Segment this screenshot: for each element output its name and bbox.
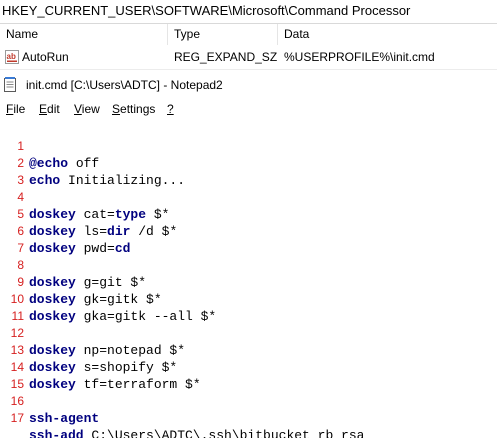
editor-area[interactable]: 1 @echo off 2 echo Initializing... 3 4 d… <box>0 120 497 438</box>
registry-value-name: AutoRun <box>22 50 69 64</box>
code-line: 7 <box>0 223 497 255</box>
menu-settings[interactable]: Settings <box>112 102 155 116</box>
code-line: 13 doskey s=shopify $* <box>0 325 497 375</box>
registry-value-type: REG_EXPAND_SZ <box>174 50 278 64</box>
text-token: C:\Users\ADTC\.ssh\bitbucket_rb_rsa <box>83 428 365 438</box>
menu-help[interactable]: ? <box>167 102 174 116</box>
menu-file[interactable]: File <box>6 102 25 116</box>
code-line: 12 doskey np=notepad $* <box>0 308 497 358</box>
window-divider <box>0 69 497 70</box>
column-header-name[interactable]: Name <box>0 24 168 45</box>
code-line: 16 ssh-agent <box>0 376 497 426</box>
code-line: 9 doskey gk=gitk $* <box>0 257 497 307</box>
column-header-data[interactable]: Data <box>278 24 497 45</box>
svg-text:ab: ab <box>7 52 16 61</box>
code-line: 6 doskey pwd=cd <box>0 206 497 256</box>
menu-edit[interactable]: Edit <box>39 102 60 116</box>
registry-address-bar[interactable]: HKEY_CURRENT_USER\SOFTWARE\Microsoft\Com… <box>0 0 497 24</box>
notepad-title-bar[interactable]: init.cmd [C:\Users\ADTC] - Notepad2 <box>0 72 497 98</box>
code-line: 8 doskey g=git $* <box>0 240 497 290</box>
line-number: 17 <box>10 411 24 425</box>
code-line: 17 ssh-add C:\Users\ADTC\.ssh\bitbucket_… <box>0 393 497 438</box>
code-line: 14 doskey tf=terraform $* <box>0 342 497 392</box>
menu-help-accelerator: ? <box>167 102 174 116</box>
column-header-type[interactable]: Type <box>168 24 278 45</box>
menu-settings-accelerator: S <box>112 102 121 116</box>
code-line: 3 <box>0 155 497 187</box>
column-header-name-label: Name <box>6 27 39 41</box>
keyword-token: ssh-add <box>29 428 84 438</box>
window-title: init.cmd [C:\Users\ADTC] - Notepad2 <box>26 78 223 92</box>
menu-view-label: iew <box>81 102 100 116</box>
code-line: 11 <box>0 291 497 323</box>
menu-edit-label: dit <box>47 102 60 116</box>
code-line: 4 doskey cat=type $* <box>0 172 497 222</box>
menu-file-label: ile <box>13 102 26 116</box>
registry-column-header: Name Type Data <box>0 24 497 45</box>
registry-value-row[interactable]: ab AutoRun REG_EXPAND_SZ %USERPROFILE%\i… <box>0 47 497 67</box>
reg-string-icon: ab <box>5 50 19 64</box>
column-header-data-label: Data <box>284 27 310 41</box>
code-line: 1 @echo off <box>0 121 497 171</box>
menu-settings-label: ettings <box>120 102 156 116</box>
column-header-type-label: Type <box>174 27 201 41</box>
menu-edit-accelerator: E <box>39 102 48 116</box>
code-line: 5 doskey ls=dir /d $* <box>0 189 497 239</box>
line-content: ssh-add C:\Users\ADTC\.ssh\bitbucket_rb_… <box>29 427 364 438</box>
code-line: 2 echo Initializing... <box>0 138 497 188</box>
menu-view[interactable]: View <box>74 102 100 116</box>
menu-view-accelerator: V <box>74 102 82 116</box>
menu-bar: File Edit View Settings ? <box>0 100 497 120</box>
registry-value-data: %USERPROFILE%\init.cmd <box>284 50 435 64</box>
code-line: 15 <box>0 359 497 391</box>
code-line: 10 doskey gka=gitk --all $* <box>0 274 497 324</box>
registry-path-text: HKEY_CURRENT_USER\SOFTWARE\Microsoft\Com… <box>2 3 411 18</box>
notepad-icon <box>4 77 17 92</box>
screenshot-root: HKEY_CURRENT_USER\SOFTWARE\Microsoft\Com… <box>0 0 497 438</box>
